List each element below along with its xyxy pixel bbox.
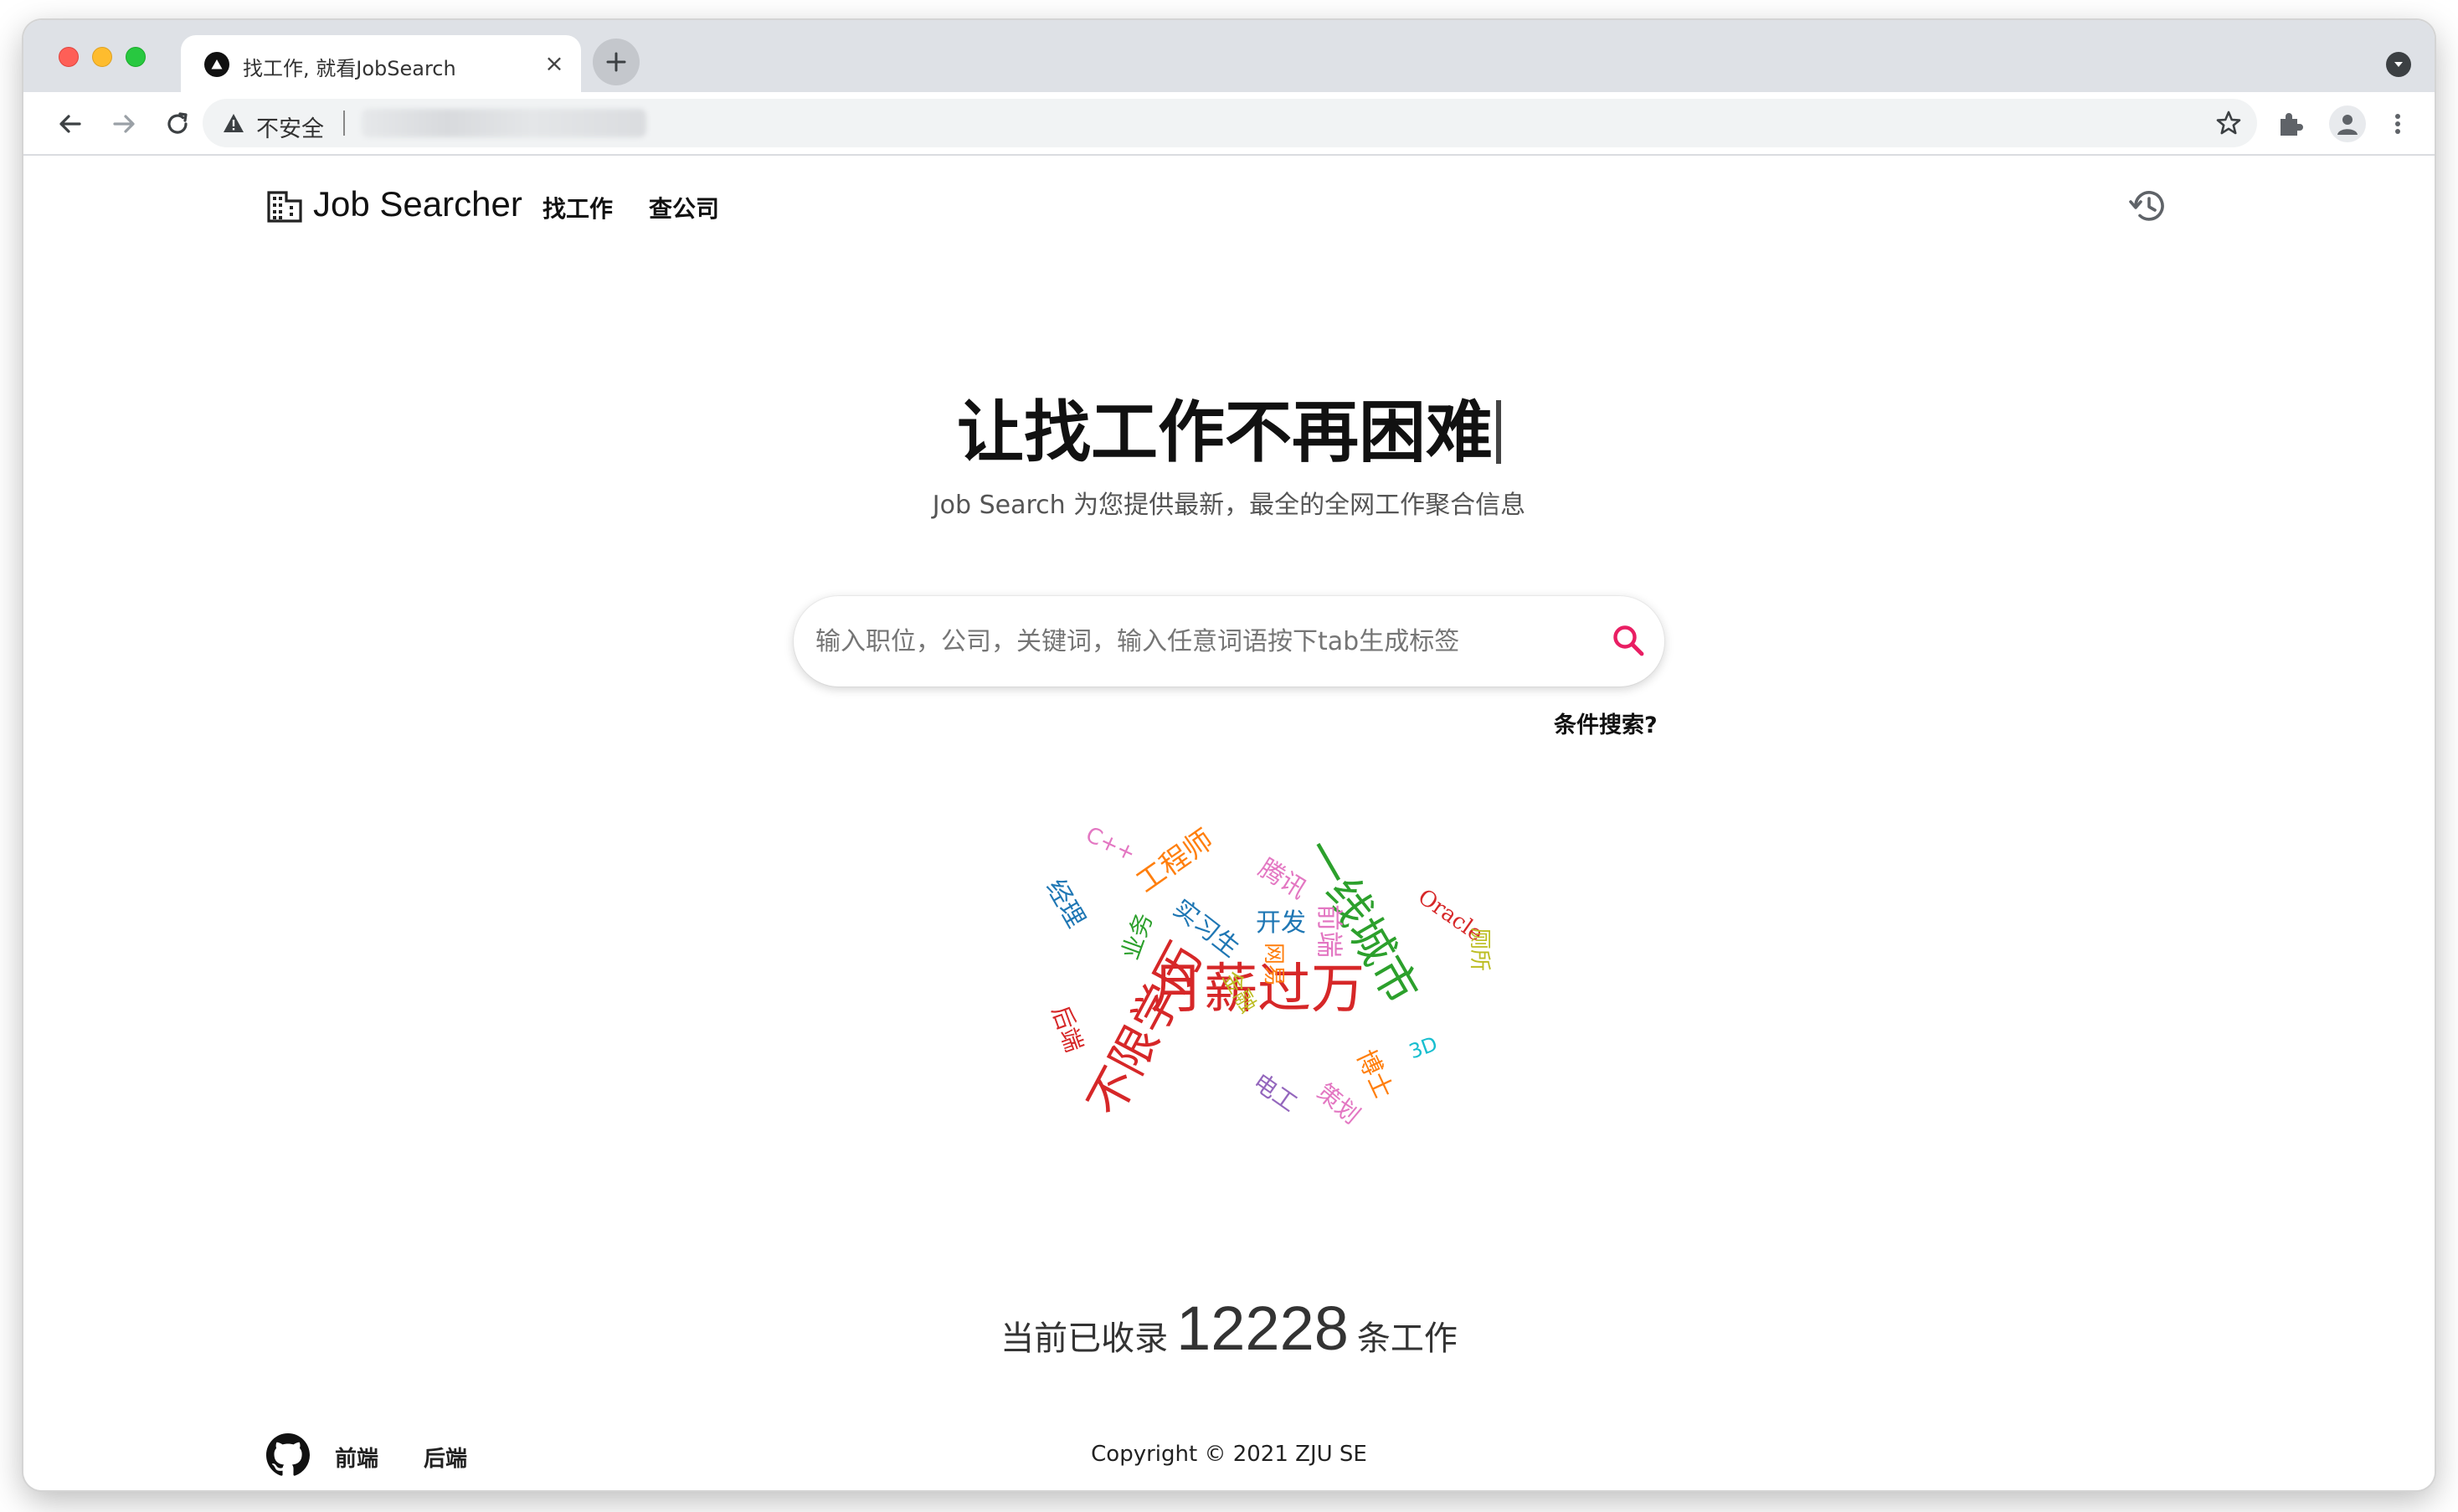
cloud-word[interactable]: 策划 bbox=[1312, 1078, 1365, 1129]
site-footer: 前端 后端 Copyright © 2021 ZJU SE bbox=[23, 1428, 2435, 1490]
cloud-word[interactable]: 后端 bbox=[1046, 1002, 1088, 1056]
cloud-word[interactable]: 厕所 bbox=[1467, 928, 1492, 971]
advanced-search-link[interactable]: 条件搜索? bbox=[1554, 707, 1658, 739]
reload-icon bbox=[167, 112, 188, 134]
security-status-label[interactable]: 不安全 bbox=[256, 111, 324, 143]
nav-find-jobs[interactable]: 找工作 bbox=[543, 191, 613, 224]
cloud-word[interactable]: 开发 bbox=[1256, 911, 1306, 936]
back-button[interactable] bbox=[54, 107, 87, 141]
chevron-down-icon bbox=[2394, 62, 2403, 67]
web-page: Job Searcher 找工作 查公司 让找工作不再困难 Job Search… bbox=[23, 156, 2435, 1490]
browser-menu-icon[interactable] bbox=[2389, 107, 2406, 141]
site-header: Job Searcher 找工作 查公司 bbox=[23, 156, 2435, 256]
plus-icon bbox=[606, 52, 626, 72]
minimize-window-button[interactable] bbox=[92, 47, 112, 67]
tab-search-button[interactable] bbox=[2386, 52, 2411, 77]
search-box bbox=[794, 596, 1664, 687]
bookmark-star-icon[interactable] bbox=[2215, 110, 2242, 136]
tab-title: 找工作, 就看JobSearch bbox=[243, 57, 456, 80]
new-tab-button[interactable] bbox=[593, 39, 640, 85]
copyright-text: Copyright © 2021 ZJU SE bbox=[1091, 1442, 1367, 1467]
address-bar[interactable]: 不安全 bbox=[203, 99, 2257, 147]
job-count-number: 12228 bbox=[1176, 1293, 1349, 1363]
hero-subtitle: Job Search 为您提供最新，最全的全网工作聚合信息 bbox=[932, 491, 1526, 520]
job-count-prefix: 当前已收录 bbox=[1000, 1319, 1169, 1358]
triangle-favicon-icon bbox=[204, 52, 229, 77]
forward-button[interactable] bbox=[107, 107, 141, 141]
person-icon bbox=[2337, 115, 2358, 135]
extensions-puzzle-icon[interactable] bbox=[2275, 109, 2306, 139]
cloud-word[interactable]: 工程师 bbox=[1130, 823, 1219, 899]
close-window-button[interactable] bbox=[59, 47, 79, 67]
cloud-word[interactable]: C++ bbox=[1082, 822, 1139, 867]
cloud-word[interactable]: 不限学历 bbox=[1078, 934, 1215, 1125]
cloud-word[interactable]: 网易 bbox=[1261, 943, 1286, 986]
cloud-word[interactable]: 博士 bbox=[1350, 1046, 1398, 1103]
warning-icon[interactable] bbox=[223, 112, 244, 134]
browser-window: 找工作, 就看JobSearch × 不安全 Job Searcher 找工作 … bbox=[23, 20, 2435, 1490]
job-count-suffix: 条工作 bbox=[1356, 1319, 1458, 1358]
building-icon[interactable] bbox=[266, 188, 303, 224]
hero-title-text: 让找工作不再困难 bbox=[957, 393, 1493, 471]
cloud-word[interactable]: 3D bbox=[1406, 1032, 1440, 1064]
arrow-right-icon bbox=[113, 115, 135, 133]
search-icon[interactable] bbox=[1609, 621, 1648, 660]
cloud-word[interactable]: 经理 bbox=[1040, 875, 1090, 933]
zoom-window-button[interactable] bbox=[126, 47, 146, 67]
profile-avatar[interactable] bbox=[2329, 105, 2366, 142]
tab-strip: 找工作, 就看JobSearch × bbox=[23, 20, 2435, 92]
search-input[interactable] bbox=[815, 620, 1569, 663]
cloud-word[interactable]: 业务 bbox=[1116, 909, 1158, 963]
keyword-word-cloud: 月薪过万 不限学历 一线城市 工程师 C++ 经理 腾讯 开发 前端 实习生 业… bbox=[995, 817, 1530, 1353]
cloud-word[interactable]: 电工 bbox=[1248, 1068, 1303, 1118]
reload-button[interactable] bbox=[161, 107, 194, 141]
nav-companies[interactable]: 查公司 bbox=[649, 191, 719, 224]
typing-cursor bbox=[1496, 400, 1501, 464]
browser-tab-active[interactable]: 找工作, 就看JobSearch × bbox=[181, 35, 581, 92]
browser-toolbar: 不安全 bbox=[23, 92, 2435, 156]
job-count-summary: 当前已收录 12228 条工作 bbox=[23, 1293, 2435, 1364]
arrow-left-icon bbox=[59, 115, 81, 133]
cloud-word[interactable]: 前端 bbox=[1314, 904, 1345, 958]
history-icon[interactable] bbox=[2128, 186, 2168, 226]
url-redacted bbox=[362, 109, 646, 137]
hero-title: 让找工作不再困难 bbox=[23, 378, 2435, 476]
url-separator bbox=[343, 111, 345, 136]
tab-close-icon[interactable]: × bbox=[543, 52, 566, 75]
brand-title[interactable]: Job Searcher bbox=[313, 184, 522, 224]
